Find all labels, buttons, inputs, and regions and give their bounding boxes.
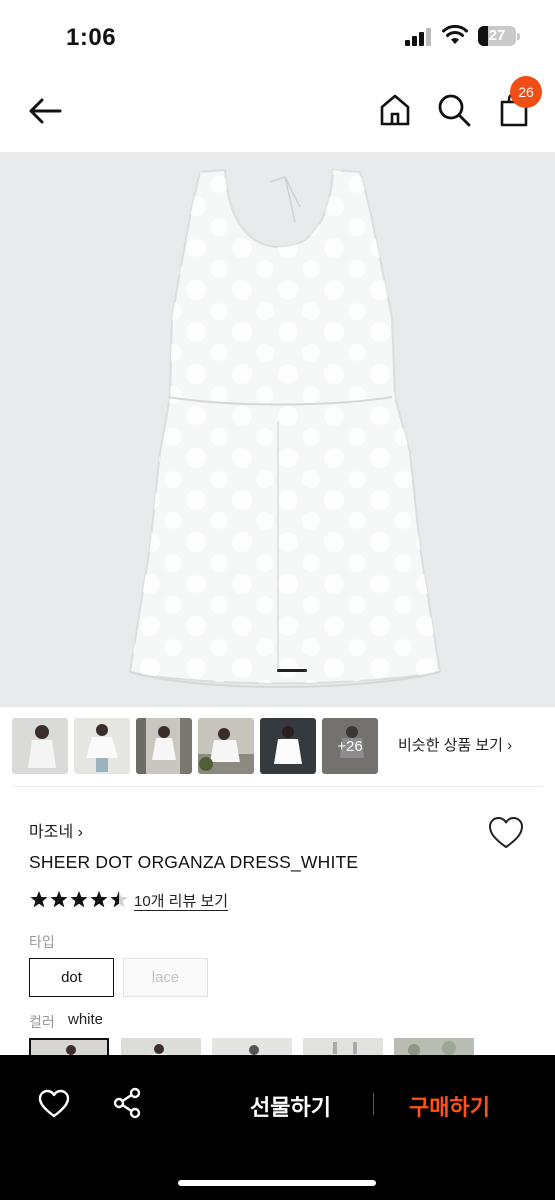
product-main-image[interactable] [0,152,555,707]
battery-nub [517,33,520,40]
rating-stars [30,891,128,908]
review-link[interactable]: 10개 리뷰 보기 [134,890,228,911]
bottom-action-bar: 선물하기 구매하기 [0,1055,555,1200]
battery-percent: 27 [488,27,506,44]
cart-count-badge: 26 [510,76,542,108]
star-icon [50,891,68,908]
wifi-icon [442,24,468,44]
buy-button[interactable]: 구매하기 [409,1090,490,1122]
share-icon[interactable] [112,1087,142,1119]
heart-icon[interactable] [488,816,524,850]
color-label: 컬러 [29,1014,55,1030]
thumbnail-3[interactable] [136,718,192,774]
image-page-indicator [277,669,307,672]
thumbnail-5[interactable] [260,718,316,774]
thumbnail-1[interactable] [12,718,68,774]
type-label: 타입 [29,934,55,950]
cellular-signal-icon [405,28,431,46]
home-icon[interactable] [378,92,412,128]
thumbnail-4[interactable] [198,718,254,774]
section-divider [12,786,543,787]
status-time: 1:06 [66,24,117,51]
back-arrow-icon[interactable] [26,94,66,128]
battery-icon: 27 [478,26,520,46]
home-indicator [178,1180,376,1186]
color-value: white [68,1011,104,1028]
thumbnail-2[interactable] [74,718,130,774]
star-icon [90,891,108,908]
top-nav: 26 [0,72,555,152]
type-option-dot[interactable]: dot [29,958,114,997]
dress-illustration [128,168,442,688]
similar-products-link[interactable]: 비슷한 상품 보기 › [398,734,512,755]
star-icon [70,891,88,908]
product-name: SHEER DOT ORGANZA DRESS_WHITE [29,852,359,872]
search-icon[interactable] [436,92,472,128]
more-images-count: +26 [322,718,378,774]
status-bar: 1:06 27 [0,0,555,72]
thumbnail-more[interactable]: +26 [322,718,378,774]
type-option-lace[interactable]: lace [123,958,208,997]
button-separator [373,1093,374,1115]
wishlist-heart-icon[interactable] [38,1089,70,1119]
brand-link[interactable]: 마조네 › [29,818,83,842]
gift-button[interactable]: 선물하기 [250,1090,331,1122]
star-icon [30,891,48,908]
